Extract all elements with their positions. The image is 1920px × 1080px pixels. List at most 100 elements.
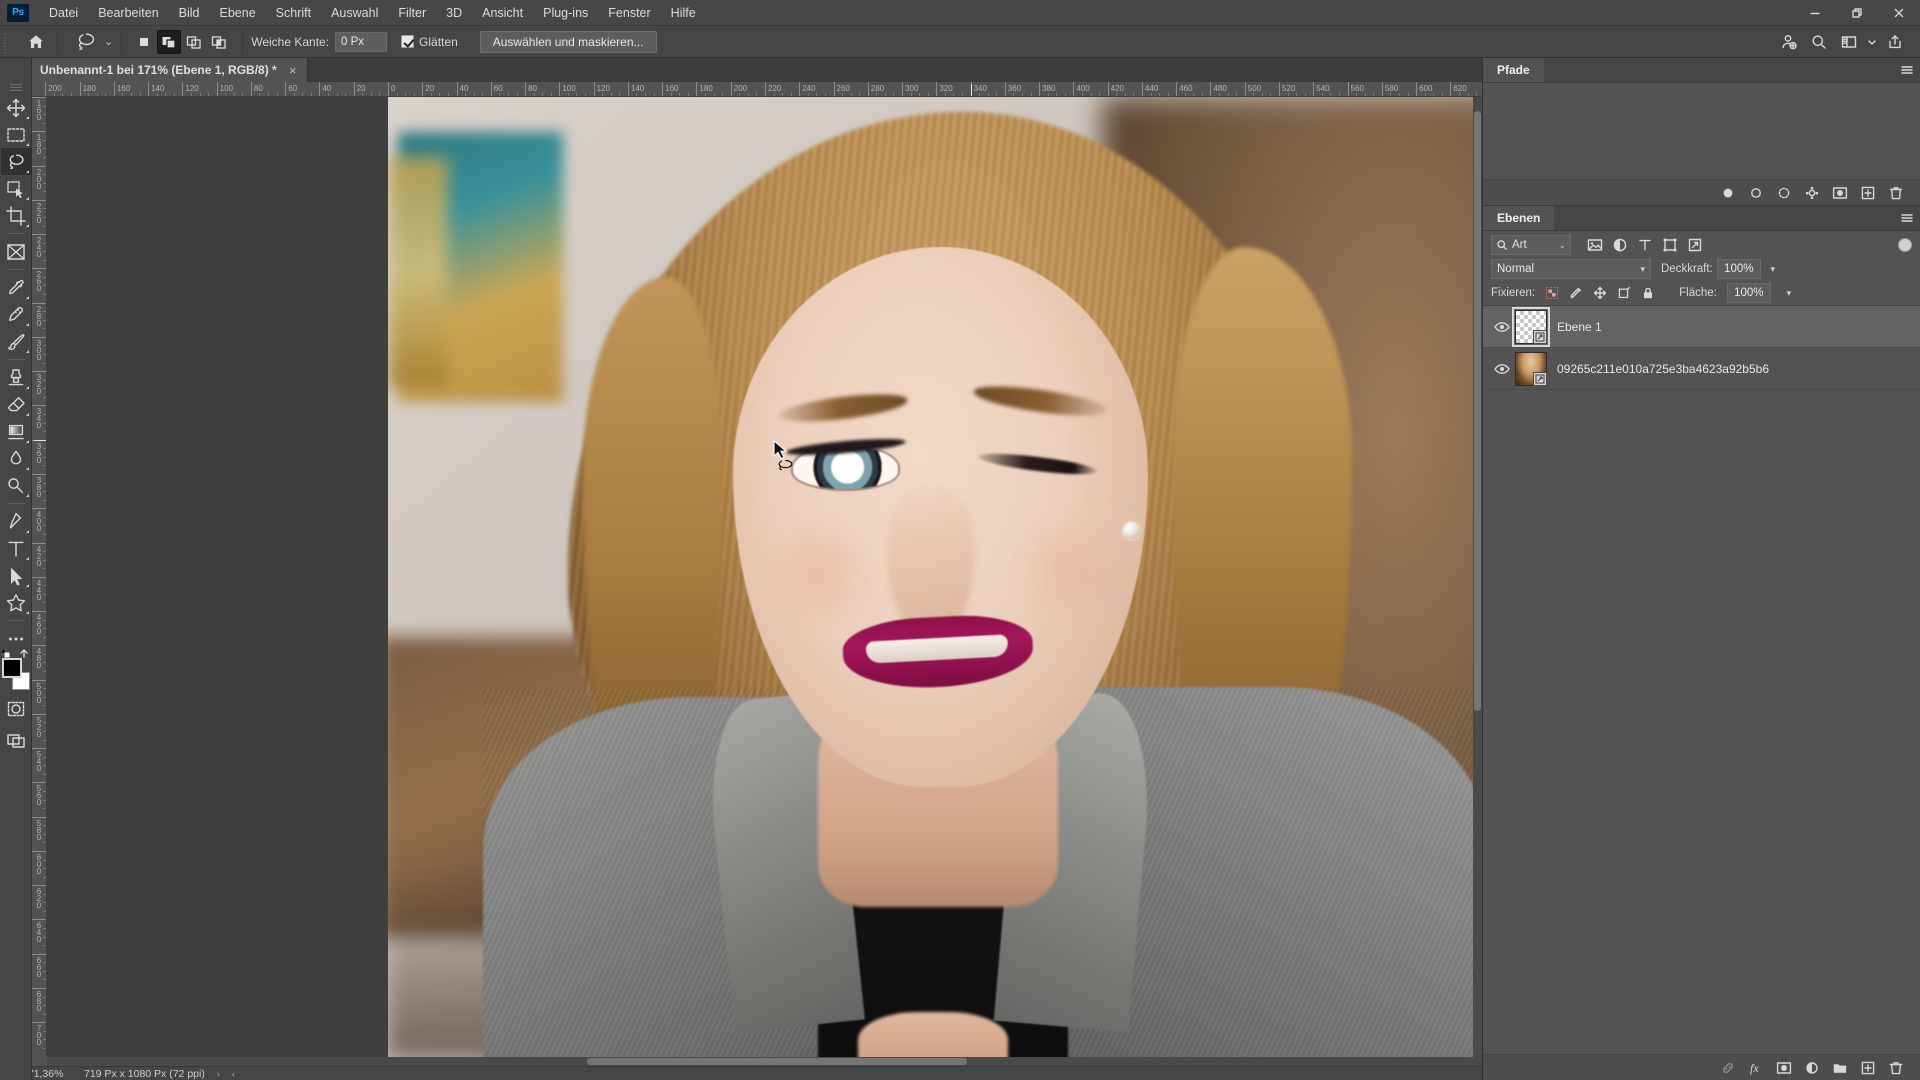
add-person-icon[interactable]	[1774, 29, 1804, 55]
close-button[interactable]	[1878, 0, 1920, 26]
delete-path-icon[interactable]	[1882, 181, 1910, 205]
paths-panel-menu-icon[interactable]	[1894, 58, 1920, 82]
menu-item-datei[interactable]: Datei	[39, 2, 88, 24]
layer-name[interactable]: Ebene 1	[1557, 320, 1602, 334]
layer-visibility-toggle[interactable]	[1489, 321, 1515, 333]
new-adjustment-layer-icon[interactable]	[1798, 1056, 1826, 1080]
new-layer-icon[interactable]	[1854, 1056, 1882, 1080]
pen-tool[interactable]	[1, 508, 31, 535]
canvas-horizontal-scrollbar-thumb[interactable]	[587, 1058, 967, 1065]
menu-item-hilfe[interactable]: Hilfe	[661, 2, 706, 24]
default-colors-icon[interactable]	[0, 649, 10, 658]
gradient-tool[interactable]	[1, 418, 31, 445]
rectangular-marquee-tool[interactable]	[1, 121, 31, 148]
lock-transparent-pixels-icon[interactable]	[1545, 286, 1559, 300]
menu-item-bild[interactable]: Bild	[169, 2, 210, 24]
paths-list[interactable]	[1483, 83, 1920, 179]
layer-thumbnail[interactable]	[1512, 306, 1550, 347]
menu-item-bearbeiten[interactable]: Bearbeiten	[88, 2, 168, 24]
layer-visibility-toggle[interactable]	[1489, 363, 1515, 375]
select-and-mask-button[interactable]: Auswählen und maskieren...	[479, 30, 657, 53]
status-next-icon[interactable]: ›	[217, 1069, 220, 1079]
menu-item-plug-ins[interactable]: Plug-ins	[533, 2, 598, 24]
filter-pixel-layers-icon[interactable]	[1587, 237, 1603, 253]
create-new-path-icon[interactable]	[1854, 181, 1882, 205]
canvas-vertical-scrollbar[interactable]	[1473, 97, 1482, 1057]
layer-row[interactable]: Ebene 1	[1483, 306, 1920, 348]
workspace-caret-icon[interactable]	[1864, 29, 1880, 55]
clone-stamp-tool[interactable]	[1, 364, 31, 391]
lock-image-pixels-icon[interactable]	[1569, 286, 1583, 300]
antialias-checkbox[interactable]: Glätten	[401, 35, 458, 49]
delete-layer-icon[interactable]	[1882, 1056, 1910, 1080]
lock-all-icon[interactable]	[1641, 286, 1655, 300]
layer-thumbnail[interactable]	[1515, 351, 1547, 386]
intersect-with-selection-button[interactable]	[207, 30, 231, 54]
filter-shape-layers-icon[interactable]	[1662, 237, 1678, 253]
horizontal-ruler[interactable]: 200 180 160 140 120 100 80 60 40 20 0 20 40 60 80 100 12…	[32, 82, 1482, 97]
lock-artboard-nesting-icon[interactable]	[1617, 286, 1631, 300]
brush-tool[interactable]	[1, 328, 31, 355]
opacity-stepper-icon[interactable]: ▾	[1765, 259, 1781, 279]
new-group-icon[interactable]	[1826, 1056, 1854, 1080]
layers-panel-menu-icon[interactable]	[1894, 206, 1920, 230]
workspace-icon[interactable]	[1834, 29, 1864, 55]
add-layer-mask-icon[interactable]	[1770, 1056, 1798, 1080]
menu-item-auswahl[interactable]: Auswahl	[321, 2, 388, 24]
menu-item-ansicht[interactable]: Ansicht	[472, 2, 533, 24]
stroke-path-with-brush-icon[interactable]	[1742, 181, 1770, 205]
lasso-tool[interactable]	[0, 148, 31, 175]
subtract-from-selection-button[interactable]	[182, 30, 206, 54]
filter-adjustment-layers-icon[interactable]	[1612, 237, 1628, 253]
menu-item-ebene[interactable]: Ebene	[210, 2, 266, 24]
blur-tool[interactable]	[1, 445, 31, 472]
close-icon[interactable]: ×	[287, 63, 299, 78]
layer-name[interactable]: 09265c211e010a725e3ba4623a92b5b6	[1557, 362, 1769, 376]
edit-toolbar-tool[interactable]	[1, 625, 31, 652]
foreground-color-swatch[interactable]	[1, 658, 22, 678]
custom-shape-tool[interactable]	[1, 589, 31, 616]
document-image[interactable]	[388, 97, 1482, 1057]
eraser-tool[interactable]	[1, 391, 31, 418]
canvas-vertical-scrollbar-thumb[interactable]	[1474, 111, 1481, 711]
blend-mode-select[interactable]: Normal ▾	[1491, 259, 1651, 279]
search-icon[interactable]	[1804, 29, 1834, 55]
share-icon[interactable]	[1880, 29, 1910, 55]
new-selection-button[interactable]	[132, 30, 156, 54]
menu-item-filter[interactable]: Filter	[388, 2, 436, 24]
menu-item-3d[interactable]: 3D	[436, 2, 472, 24]
toolbar-grip[interactable]	[9, 84, 22, 92]
status-prev-icon[interactable]: ‹	[232, 1069, 235, 1079]
object-selection-tool[interactable]	[1, 175, 31, 202]
vertical-ruler[interactable]: 160 180 200 220 240 260 280 300 320 340 360 380 400 4…	[32, 97, 47, 1057]
menu-item-schrift[interactable]: Schrift	[266, 2, 321, 24]
document-size-info[interactable]: 719 Px x 1080 Px (72 ppi)	[68, 1068, 205, 1080]
spot-healing-brush-tool[interactable]	[1, 301, 31, 328]
filter-smart-object-layers-icon[interactable]	[1687, 237, 1703, 253]
filter-type-layers-icon[interactable]	[1637, 237, 1653, 253]
layer-list[interactable]: Ebene 1 09265c211e010a725e3ba4623a92b5b6	[1483, 305, 1920, 1054]
canvas-area[interactable]	[47, 97, 1482, 1057]
path-selection-tool[interactable]	[1, 562, 31, 589]
crop-tool[interactable]	[1, 202, 31, 229]
type-tool[interactable]	[1, 535, 31, 562]
frame-tool[interactable]	[1, 238, 31, 265]
feather-input[interactable]: 0 Px	[335, 31, 388, 52]
layer-row[interactable]: 09265c211e010a725e3ba4623a92b5b6	[1483, 348, 1920, 390]
dodge-tool[interactable]	[1, 472, 31, 499]
tab-pfade[interactable]: Pfade	[1483, 58, 1544, 82]
home-icon[interactable]	[21, 29, 51, 55]
add-to-selection-button[interactable]	[157, 29, 182, 54]
restore-button[interactable]	[1836, 0, 1878, 26]
fill-stepper-icon[interactable]: ▾	[1781, 283, 1797, 303]
document-tab[interactable]: Unbenannt-1 bei 171% (Ebene 1, RGB/8) * …	[26, 58, 308, 82]
load-path-as-selection-icon[interactable]	[1770, 181, 1798, 205]
minimize-button[interactable]	[1794, 0, 1836, 26]
filter-enable-toggle[interactable]	[1898, 238, 1912, 252]
link-layers-icon[interactable]	[1714, 1056, 1742, 1080]
make-work-path-from-selection-icon[interactable]	[1798, 181, 1826, 205]
options-bar-grip[interactable]	[2, 30, 12, 53]
canvas-horizontal-scrollbar[interactable]	[47, 1057, 1482, 1066]
layer-filter-type-select[interactable]: Art ⌄	[1491, 235, 1571, 255]
fill-path-with-foreground-icon[interactable]	[1714, 181, 1742, 205]
